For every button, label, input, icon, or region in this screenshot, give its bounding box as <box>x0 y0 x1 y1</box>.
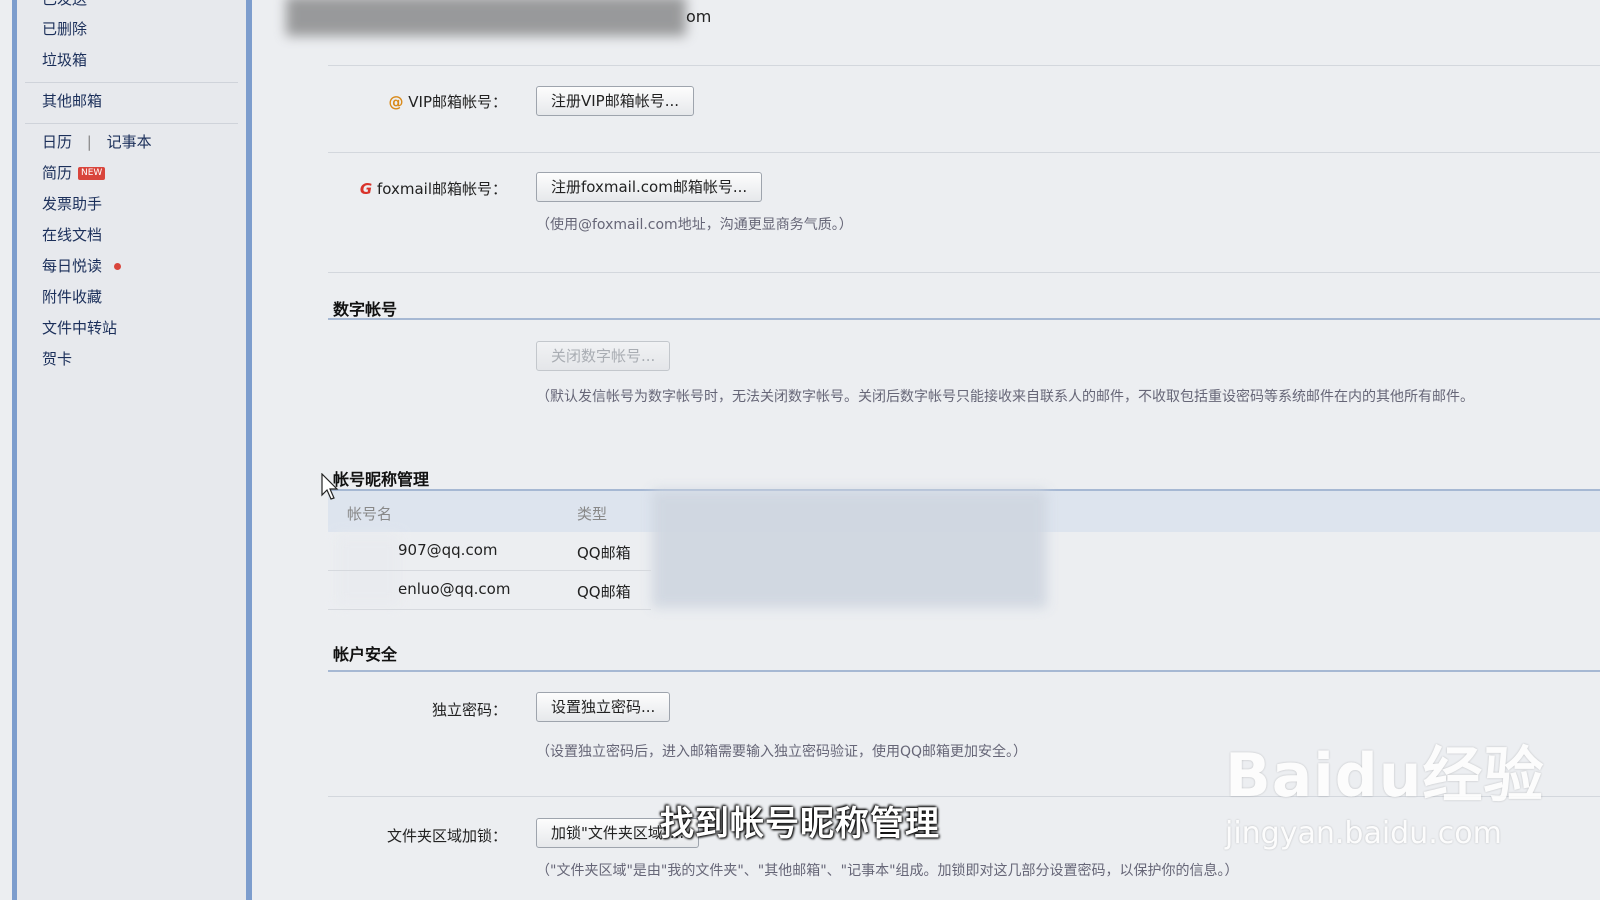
divider <box>328 152 1600 153</box>
baidu-watermark: Baidu经验 jingyan.baidu.com <box>1225 727 1544 851</box>
section-underline <box>328 670 1600 672</box>
foxmail-label: foxmail邮箱帐号： <box>376 180 507 198</box>
blurred-table-columns <box>652 490 1047 608</box>
digital-account-hint: （默认发信帐号为数字帐号时，无法关闭数字帐号。关闭后数字帐号只能接收来自联系人的… <box>536 389 1474 405</box>
sidebar-item-sent[interactable]: 已发送 <box>42 0 87 9</box>
unread-dot-icon <box>114 263 122 270</box>
sidebar-item-online-docs[interactable]: 在线文档 <box>42 224 102 245</box>
foxmail-label-row: G foxmail邮箱帐号： <box>350 178 507 199</box>
independent-password-label: 独立密码： <box>431 701 507 719</box>
mouse-cursor-icon <box>321 473 339 500</box>
account-name-cell: enluo@qq.com <box>398 580 511 598</box>
divider <box>328 65 1600 66</box>
sidebar-item-other-mailboxes[interactable]: 其他邮箱 <box>42 90 102 111</box>
sidebar-item-file-transfer[interactable]: 文件中转站 <box>42 317 117 338</box>
close-digital-account-button[interactable]: 关闭数字帐号... <box>536 341 671 371</box>
sidebar-calendar-notes: 日历 | 记事本 <box>42 131 152 152</box>
column-header-type: 类型 <box>577 505 608 523</box>
sidebar-item-invoice[interactable]: 发票助手 <box>42 193 102 214</box>
sidebar-item-attachments[interactable]: 附件收藏 <box>42 286 102 307</box>
independent-password-hint: （设置独立密码后，进入邮箱需要输入独立密码验证，使用QQ邮箱更加安全。） <box>536 744 1028 760</box>
register-vip-button[interactable]: 注册VIP邮箱帐号... <box>536 86 695 116</box>
foxmail-logo-icon: G <box>359 180 373 198</box>
table-row-divider <box>328 609 651 610</box>
divider <box>328 272 1600 273</box>
account-name-cell: 907@qq.com <box>398 541 498 559</box>
blurred-email-region <box>286 0 686 36</box>
partial-email-text: om <box>686 7 712 26</box>
sidebar-item-notepad[interactable]: 记事本 <box>107 133 152 151</box>
vip-label-row: @ VIP邮箱帐号： <box>380 91 507 112</box>
digital-account-title: 数字帐号 <box>333 300 398 319</box>
sidebar-separator <box>25 82 238 83</box>
register-foxmail-button[interactable]: 注册foxmail.com邮箱帐号... <box>536 172 763 202</box>
baidu-watermark-logo: Baidu经验 <box>1225 741 1545 811</box>
sidebar-item-spam[interactable]: 垃圾箱 <box>42 49 87 70</box>
new-badge: NEW <box>78 167 106 180</box>
foxmail-hint: （使用@foxmail.com地址，沟通更显商务气质。） <box>536 217 853 233</box>
table-row-divider <box>328 570 651 571</box>
account-security-title: 帐户安全 <box>333 645 398 664</box>
sidebar-separator <box>25 123 238 124</box>
vip-label: VIP邮箱帐号： <box>408 93 507 111</box>
calendar-separator: | <box>86 133 92 151</box>
set-independent-password-button[interactable]: 设置独立密码... <box>536 692 671 722</box>
sidebar-item-label: 每日悦读 <box>42 257 103 275</box>
account-type-cell: QQ邮箱 <box>577 583 631 601</box>
sidebar-item-daily-reading[interactable]: 每日悦读 <box>42 255 122 276</box>
sidebar-item-resume[interactable]: 简历 NEW <box>42 162 106 183</box>
vip-at-icon: @ <box>388 93 404 111</box>
folder-lock-hint: （"文件夹区域"是由"我的文件夹"、"其他邮箱"、"记事本"组成。加锁即对这几部… <box>536 863 1239 879</box>
nickname-management-title: 帐号昵称管理 <box>333 470 430 489</box>
sidebar-item-calendar[interactable]: 日历 <box>42 133 72 151</box>
baidu-watermark-url: jingyan.baidu.com <box>1225 816 1502 851</box>
column-header-account: 帐号名 <box>347 505 393 523</box>
section-underline <box>328 318 1600 320</box>
window-edge <box>0 0 12 900</box>
sidebar-item-cards[interactable]: 贺卡 <box>42 348 72 369</box>
account-type-cell: QQ邮箱 <box>577 544 631 562</box>
sidebar-item-deleted[interactable]: 已删除 <box>42 18 87 39</box>
sidebar-item-label: 简历 <box>42 164 73 182</box>
